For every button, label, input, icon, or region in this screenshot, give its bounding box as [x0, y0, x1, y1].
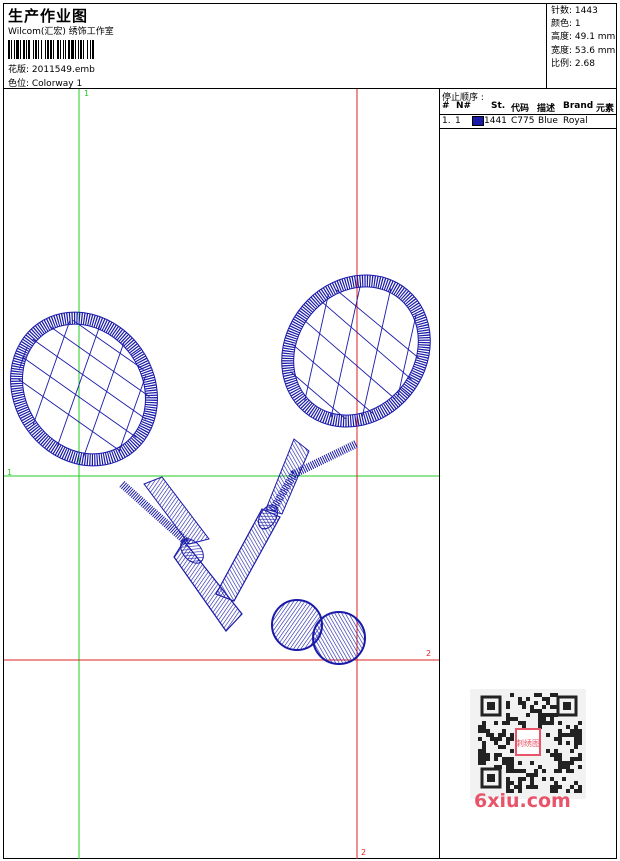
row-brand: Royal: [563, 116, 588, 126]
col-code: 代码: [511, 104, 530, 114]
row-stitches: 1441: [484, 116, 507, 126]
svg-text:刺绣图: 刺绣图: [516, 738, 540, 748]
table-row: 1. 1 1441 C775 Blue Royal: [442, 116, 616, 128]
colorway: 色位: Colorway 1: [8, 79, 83, 89]
height-value: 高度: 49.1 mm: [551, 32, 616, 43]
watermark-label: 6xiu.com: [474, 790, 571, 812]
embroidery-drawing: [4, 89, 439, 859]
design-file: 花版: 2011549.emb: [8, 65, 95, 75]
stitch-count: 针数: 1443: [551, 6, 598, 16]
color-count: 颜色: 1: [551, 19, 581, 30]
guide-label-green-left: 1: [7, 468, 13, 477]
guide-label-green-top: 1: [84, 89, 90, 98]
right-racket: [215, 258, 439, 602]
design-canvas: 1 1 2 2: [4, 89, 439, 859]
divider: [440, 114, 616, 115]
scale-value: 比例: 2.68: [551, 58, 595, 69]
row-num: 1.: [442, 116, 451, 126]
col-element: 元素: [596, 104, 615, 114]
width-value: 宽度: 53.6 mm: [551, 45, 616, 56]
row-code: C775: [511, 116, 535, 126]
header: 生产作业图 Wilcom(汇宏) 绣饰工作室 花版: 2011549.emb 色…: [3, 3, 617, 89]
left-racket: [4, 294, 243, 632]
color-swatch: [472, 116, 484, 126]
col-stitches: St.: [491, 101, 506, 111]
qr-code: 刺绣图: [470, 689, 586, 799]
col-brand: Brand: [563, 101, 594, 111]
divider: [440, 128, 616, 129]
stop-sequence-header: # N# St. 代码 描述 Brand 元素: [442, 101, 616, 114]
row-n: 1: [455, 116, 461, 126]
tennis-balls: [271, 599, 366, 665]
row-desc: Blue: [538, 116, 558, 126]
stats-panel: 针数: 1443 颜色: 1 高度: 49.1 mm 宽度: 53.6 mm 比…: [546, 3, 617, 89]
guide-label-red-right: 2: [426, 649, 432, 658]
page-title: 生产作业图: [8, 7, 89, 25]
guide-label-red-bottom: 2: [361, 848, 367, 857]
studio-name: Wilcom(汇宏) 绣饰工作室: [8, 27, 114, 37]
col-desc: 描述: [537, 104, 556, 114]
col-n: N#: [456, 101, 472, 111]
barcode: [8, 40, 94, 59]
col-hash: #: [442, 101, 450, 111]
